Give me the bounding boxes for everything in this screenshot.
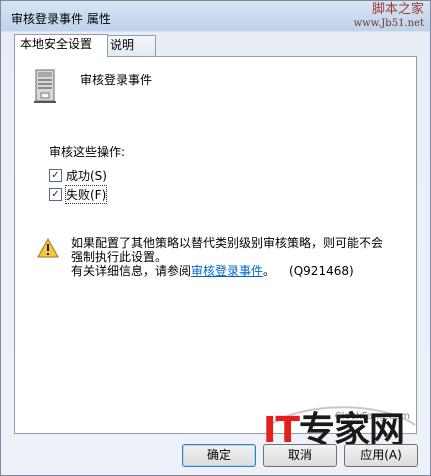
window-title: 审核登录事件 属性 — [11, 12, 111, 26]
warning-line-1: 如果配置了其他策略以替代类别级别审核策略，则可能不会 — [71, 236, 384, 250]
warning-icon — [37, 238, 59, 258]
audit-logon-link[interactable]: 审核登录事件 — [191, 264, 263, 278]
tab-local-security-setting[interactable]: 本地安全设置 — [14, 34, 108, 57]
failure-label[interactable]: 失败(F) — [64, 184, 108, 204]
warning-line-3: 有关详细信息，请参阅审核登录事件。 (Q921468) — [71, 264, 401, 278]
tab-panel: 审核登录事件 审核这些操作: ✓ 成功(S) ✓ 失败(F) 如果配置了其他策略… — [14, 56, 417, 434]
failure-checkbox-row[interactable]: ✓ 失败(F) — [49, 184, 108, 204]
success-label[interactable]: 成功(S) — [66, 167, 107, 184]
watermark-jb51: 脚本之家 www.Jb51.net — [314, 3, 424, 31]
ok-button[interactable]: 确定 — [182, 444, 256, 467]
tab-explain[interactable]: 说明 — [104, 35, 156, 56]
apply-button[interactable]: 应用(A) — [344, 444, 418, 467]
watermark-jb51-name: 脚本之家 — [371, 2, 424, 17]
warning-line-2: 强制执行此设置。 — [71, 250, 168, 264]
warning-text: 如果配置了其他策略以替代类别级别审核策略，则可能不会 强制执行此设置。 有关详细… — [71, 236, 401, 278]
server-icon — [34, 69, 56, 103]
properties-dialog: 审核登录事件 属性 脚本之家 www.Jb51.net 本地安全设置 说明 审核… — [0, 0, 431, 476]
kb-number: (Q921468) — [289, 264, 354, 278]
success-checkbox-row[interactable]: ✓ 成功(S) — [49, 167, 107, 183]
success-checkbox[interactable]: ✓ — [49, 168, 62, 182]
watermark-jb51-url: www.Jb51.net — [353, 18, 424, 29]
title-bar: 审核登录事件 属性 脚本之家 www.Jb51.net — [1, 1, 430, 31]
failure-checkbox[interactable]: ✓ — [49, 187, 62, 201]
warning-line-3-suffix: 。 — [263, 264, 276, 278]
cancel-button[interactable]: 取消 — [263, 444, 337, 467]
policy-heading: 审核登录事件 — [80, 73, 153, 87]
warning-line-3-prefix: 有关详细信息，请参阅 — [71, 264, 192, 278]
audit-ops-label: 审核这些操作: — [49, 145, 126, 159]
